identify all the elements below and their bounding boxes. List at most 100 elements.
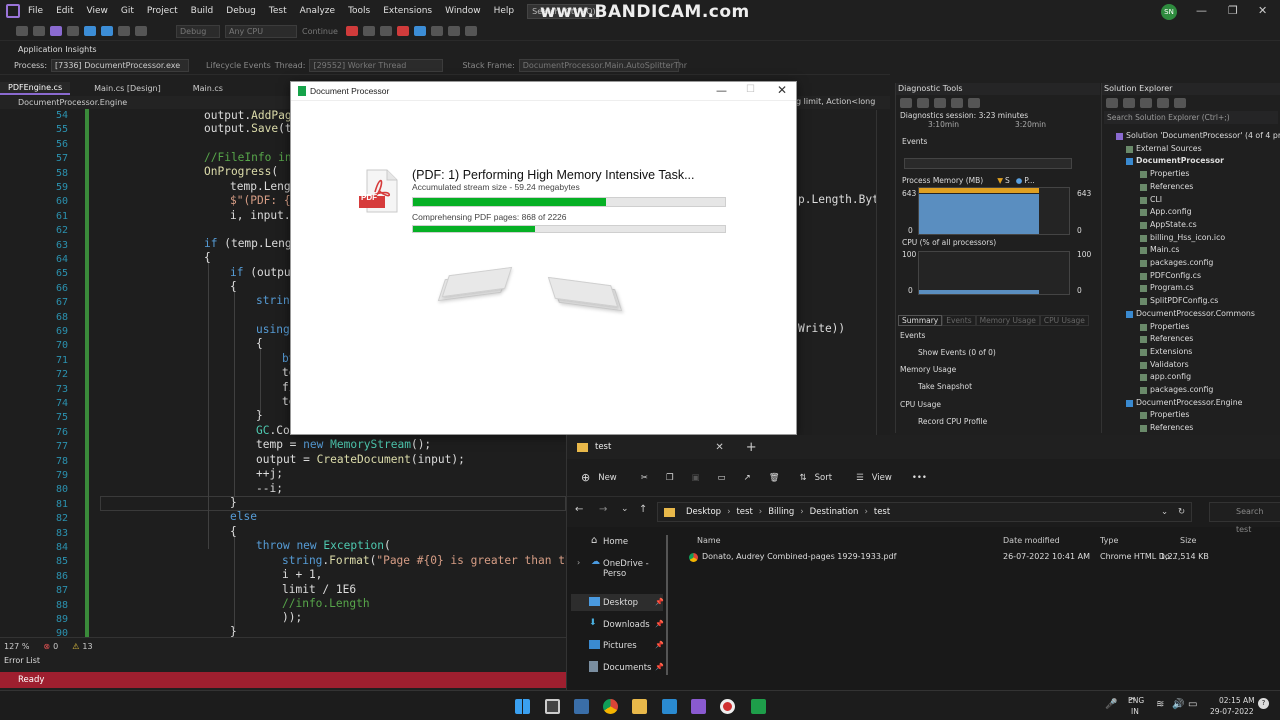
- tab-pdfengine[interactable]: PDFEngine.cs: [0, 82, 71, 95]
- reset-zoom-icon[interactable]: [968, 98, 980, 108]
- sort-button[interactable]: Sort: [815, 473, 832, 483]
- solution-tree-item[interactable]: Validators: [1150, 360, 1189, 369]
- copy-icon[interactable]: ❐: [666, 473, 674, 483]
- more-options-icon[interactable]: •••: [912, 473, 927, 483]
- menu-item-test[interactable]: Test: [269, 6, 287, 16]
- error-count[interactable]: 0: [53, 642, 58, 651]
- solution-tree-item[interactable]: References: [1150, 423, 1193, 432]
- thread-select[interactable]: [29552] Worker Thread: [309, 59, 444, 72]
- stack-frame-select[interactable]: DocumentProcessor.Main.AutoSplitterThr: [518, 59, 687, 72]
- step-out-icon[interactable]: [464, 26, 477, 36]
- cpu-graph[interactable]: [918, 251, 1070, 295]
- solution-tree-item[interactable]: External Sources: [1136, 144, 1202, 153]
- solution-tree-item[interactable]: DocumentProcessor: [1136, 156, 1224, 165]
- show-events-link[interactable]: Show Events (0 of 0): [918, 348, 996, 357]
- close-icon[interactable]: ✕: [777, 83, 787, 97]
- tab-main-design[interactable]: Main.cs [Design]: [86, 83, 169, 94]
- restart-debug-icon[interactable]: [413, 26, 426, 36]
- menu-item-tools[interactable]: Tools: [348, 6, 370, 16]
- task-view-icon[interactable]: [545, 699, 560, 714]
- notepad-icon[interactable]: [574, 699, 589, 714]
- visual-studio-icon[interactable]: [691, 699, 706, 714]
- menu-item-git[interactable]: Git: [121, 6, 134, 16]
- forward-icon[interactable]: [33, 26, 45, 36]
- minimize-icon[interactable]: —: [1196, 4, 1207, 17]
- redo-icon[interactable]: [135, 26, 147, 36]
- delete-icon[interactable]: 🗑: [769, 473, 780, 483]
- step-into-icon[interactable]: [430, 26, 443, 36]
- home-icon[interactable]: [1123, 98, 1135, 108]
- cut-icon[interactable]: ✂: [641, 473, 648, 483]
- solution-tree-item[interactable]: CLI: [1150, 195, 1162, 204]
- new-icon[interactable]: ⊕: [581, 471, 590, 484]
- nav-scrollbar[interactable]: [666, 535, 668, 675]
- hot-reload-icon[interactable]: [345, 26, 358, 36]
- menu-item-edit[interactable]: Edit: [56, 6, 73, 16]
- microphone-icon[interactable]: 🎤: [1105, 699, 1117, 710]
- lifecycle-events[interactable]: Lifecycle Events: [206, 61, 271, 70]
- path-segment[interactable]: test: [736, 503, 752, 521]
- tab-summary[interactable]: Summary: [898, 314, 943, 326]
- paste-icon[interactable]: ▣: [692, 473, 700, 483]
- volume-icon[interactable]: 🔊: [1172, 699, 1184, 710]
- tab-events[interactable]: Events: [942, 314, 976, 326]
- column-name[interactable]: Name: [697, 536, 721, 545]
- menu-item-file[interactable]: File: [28, 6, 43, 16]
- language-code[interactable]: ENG: [1128, 696, 1144, 705]
- column-date-modified[interactable]: Date modified: [1003, 536, 1060, 545]
- stop-icon[interactable]: [396, 26, 409, 36]
- notification-icon[interactable]: ?: [1258, 698, 1269, 709]
- close-icon[interactable]: ✕: [1258, 4, 1267, 17]
- menu-item-project[interactable]: Project: [147, 6, 178, 16]
- explorer-search[interactable]: Search test: [1209, 502, 1280, 534]
- tab-cpu-usage[interactable]: CPU Usage: [1039, 314, 1089, 326]
- chrome-icon[interactable]: [603, 699, 618, 714]
- solution-tree-item[interactable]: References: [1150, 182, 1193, 191]
- bandicam-icon[interactable]: [720, 699, 735, 714]
- error-icon[interactable]: ⊗: [43, 642, 50, 651]
- up-arrow-icon[interactable]: ↑: [639, 504, 647, 515]
- solution-search[interactable]: Search Solution Explorer (Ctrl+;): [1104, 111, 1278, 124]
- nav-downloads[interactable]: Downloads: [603, 620, 650, 630]
- tab-main[interactable]: Main.cs: [185, 83, 231, 94]
- file-explorer-icon[interactable]: [632, 699, 647, 714]
- new-tab-icon[interactable]: +: [746, 440, 757, 455]
- select-tools-icon[interactable]: [917, 98, 929, 108]
- language-region[interactable]: IN: [1131, 707, 1139, 716]
- pause-icon[interactable]: [379, 26, 392, 36]
- close-tab-icon[interactable]: ✕: [715, 442, 723, 453]
- forward-arrow-icon[interactable]: →: [599, 504, 607, 515]
- menu-item-extensions[interactable]: Extensions: [383, 6, 432, 16]
- open-icon[interactable]: [67, 26, 79, 36]
- path-segment[interactable]: test: [874, 503, 890, 521]
- solution-tree-item[interactable]: App.config: [1150, 207, 1192, 216]
- maximize-icon[interactable]: ☐: [746, 84, 755, 95]
- memory-graph[interactable]: [918, 187, 1070, 235]
- solution-tree-item[interactable]: app.config: [1150, 372, 1191, 381]
- solution-tree-item[interactable]: References: [1150, 334, 1193, 343]
- back-icon[interactable]: [16, 26, 28, 36]
- solution-tree-item[interactable]: SplitPDFConfig.cs: [1150, 296, 1218, 305]
- undo-icon[interactable]: [118, 26, 130, 36]
- battery-icon[interactable]: ▭: [1188, 699, 1197, 710]
- view-button[interactable]: View: [872, 473, 892, 483]
- maximize-icon[interactable]: ❐: [1228, 4, 1238, 17]
- continue-button[interactable]: Continue: [302, 27, 338, 36]
- nav-onedrive[interactable]: OneDrive - Perso: [603, 559, 672, 579]
- restart-icon[interactable]: [362, 26, 375, 36]
- sort-icon[interactable]: ⇅: [800, 473, 807, 483]
- refresh-icon[interactable]: ↻: [1178, 503, 1185, 521]
- document-processor-icon[interactable]: [751, 699, 766, 714]
- menu-item-build[interactable]: Build: [191, 6, 214, 16]
- rename-icon[interactable]: ▭: [718, 473, 726, 483]
- solution-tree-item[interactable]: Properties: [1150, 169, 1189, 178]
- path-segment[interactable]: Destination: [810, 503, 859, 521]
- platform-select[interactable]: Any CPU: [225, 24, 297, 38]
- warning-count[interactable]: 13: [82, 642, 92, 651]
- column-size[interactable]: Size: [1180, 536, 1196, 545]
- expand-icon[interactable]: ›: [577, 558, 580, 567]
- menu-item-analyze[interactable]: Analyze: [300, 6, 335, 16]
- zoom-out-icon[interactable]: [951, 98, 963, 108]
- solution-tree-item[interactable]: AppState.cs: [1150, 220, 1197, 229]
- clock-time[interactable]: 02:15 AM: [1219, 696, 1255, 705]
